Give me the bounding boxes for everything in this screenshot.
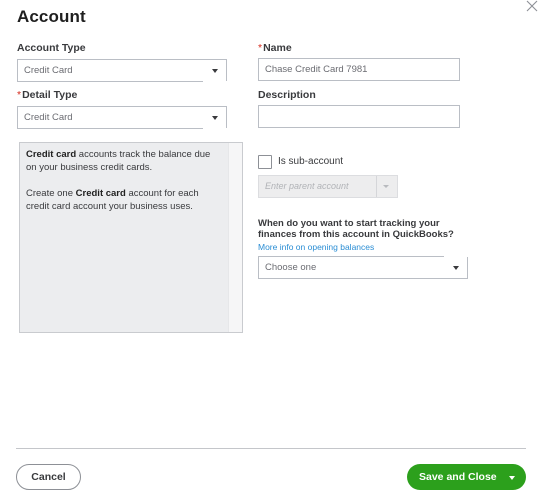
chevron-down-icon bbox=[212, 116, 218, 120]
help-text: Credit card accounts track the balance d… bbox=[26, 149, 222, 227]
cancel-button[interactable]: Cancel bbox=[16, 464, 81, 490]
dialog-title: Account bbox=[17, 7, 86, 26]
account-type-select[interactable]: Credit Card bbox=[17, 59, 227, 82]
sub-account-checkbox[interactable] bbox=[258, 155, 272, 169]
name-input[interactable]: Chase Credit Card 7981 bbox=[258, 58, 460, 81]
footer-divider bbox=[16, 448, 526, 449]
detail-type-help-box: Credit card accounts track the balance d… bbox=[19, 142, 243, 333]
parent-account-select: Enter parent account bbox=[258, 175, 398, 198]
select-edge bbox=[203, 81, 227, 82]
save-and-close-button[interactable]: Save and Close bbox=[407, 464, 526, 490]
select-edge bbox=[444, 256, 468, 257]
opening-balance-info-link[interactable]: More info on opening balances bbox=[258, 242, 374, 252]
chevron-down-icon bbox=[453, 266, 459, 270]
account-type-label-text: Account Type bbox=[17, 42, 86, 54]
account-type-value: Credit Card bbox=[24, 65, 73, 76]
opening-balance-select[interactable]: Choose one bbox=[258, 256, 468, 279]
description-label: Description bbox=[258, 89, 316, 101]
name-label-text: Name bbox=[263, 42, 292, 54]
help-term: Credit card bbox=[26, 149, 77, 160]
required-marker: * bbox=[258, 42, 263, 54]
name-value: Chase Credit Card 7981 bbox=[265, 64, 368, 75]
detail-type-value: Credit Card bbox=[24, 112, 73, 123]
help-paragraph-2: Create one Credit card account for each … bbox=[26, 188, 222, 213]
save-and-close-label: Save and Close bbox=[419, 471, 497, 483]
combo-divider bbox=[376, 176, 377, 197]
save-options-dropdown[interactable] bbox=[502, 464, 526, 490]
description-label-text: Description bbox=[258, 89, 316, 101]
chevron-down-icon bbox=[383, 185, 389, 188]
help-text-2a: Create one bbox=[26, 188, 76, 199]
chevron-down-icon bbox=[509, 476, 515, 480]
parent-account-placeholder: Enter parent account bbox=[265, 181, 349, 191]
select-edge bbox=[203, 128, 227, 129]
chevron-down-icon bbox=[212, 69, 218, 73]
close-icon bbox=[526, 0, 540, 12]
sub-account-label[interactable]: Is sub-account bbox=[278, 156, 343, 167]
help-scrollbar[interactable] bbox=[228, 143, 242, 332]
help-term: Credit card bbox=[75, 188, 126, 199]
close-button[interactable] bbox=[526, 0, 540, 14]
detail-type-select[interactable]: Credit Card bbox=[17, 106, 227, 129]
description-input[interactable] bbox=[258, 105, 460, 128]
account-type-label: Account Type bbox=[17, 42, 86, 54]
help-paragraph-1: Credit card accounts track the balance d… bbox=[26, 149, 222, 174]
detail-type-label-text: Detail Type bbox=[22, 89, 78, 101]
opening-balance-question: When do you want to start tracking your … bbox=[258, 218, 454, 240]
detail-type-label: *Detail Type bbox=[17, 89, 77, 101]
required-marker: * bbox=[17, 89, 22, 101]
opening-balance-value: Choose one bbox=[265, 262, 317, 273]
name-label: *Name bbox=[258, 42, 292, 54]
